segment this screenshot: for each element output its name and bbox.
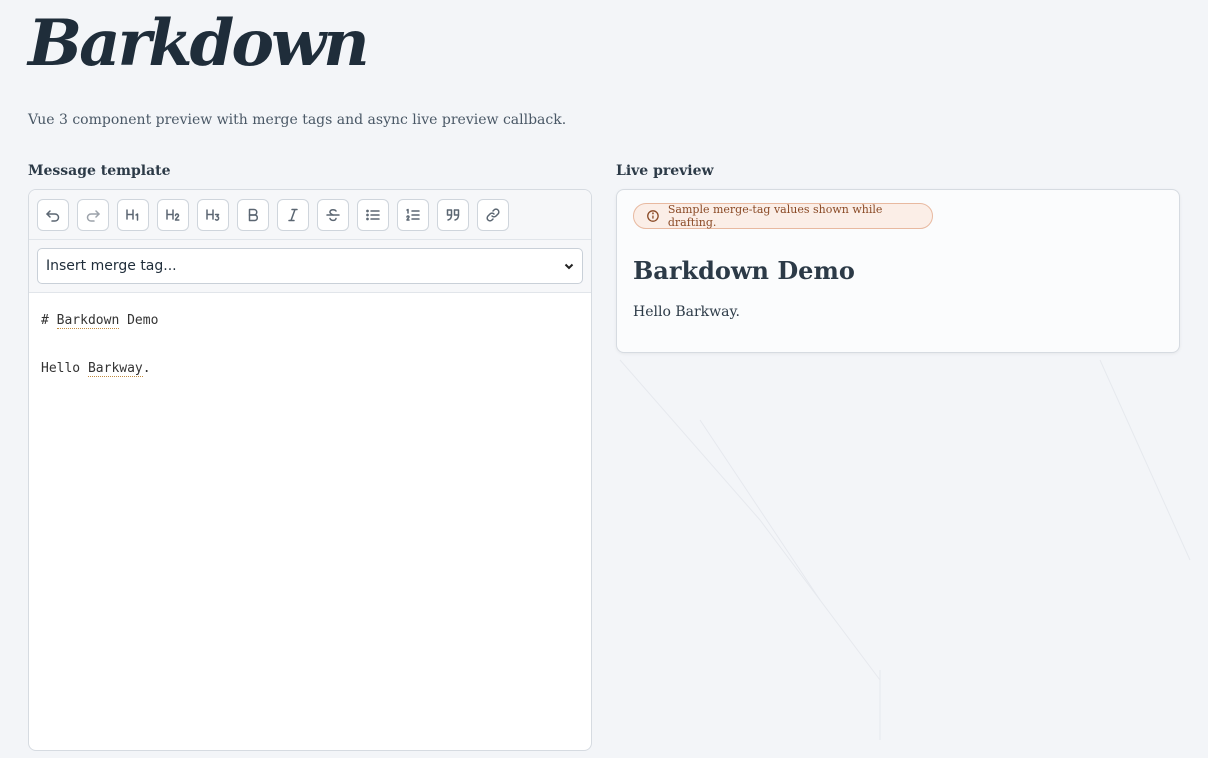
code-text: Demo (119, 313, 159, 328)
merge-tag: Barkdown (56, 313, 120, 329)
preview-heading: Barkdown Demo (633, 256, 855, 285)
template-editor: Insert merge tag... # Barkdown Demo Hell… (28, 189, 592, 751)
bullet-list-icon (366, 209, 380, 220)
template-textarea[interactable]: # Barkdown Demo Hello Barkway. (29, 293, 591, 397)
link-button[interactable] (477, 198, 509, 231)
code-text: # (41, 313, 57, 328)
chevron-down-icon (564, 263, 574, 270)
merge-tag-row: Insert merge tag... (29, 240, 591, 293)
preview-label: Live preview (616, 163, 714, 179)
code-line-1: # Barkdown Demo (41, 309, 579, 333)
page-subtitle: Vue 3 component preview with merge tags … (28, 112, 567, 128)
quote-icon (446, 208, 460, 221)
info-icon (647, 210, 659, 222)
italic-icon (288, 208, 298, 221)
badge-text: Sample merge-tag values shown while draf… (667, 203, 883, 229)
h2-icon (166, 208, 180, 221)
blockquote-button[interactable] (437, 198, 469, 231)
code-line-3: Hello Barkway. (41, 357, 579, 381)
h1-icon (126, 208, 139, 221)
editor-toolbar (29, 190, 591, 240)
strikethrough-icon (326, 208, 340, 221)
code-text: . (142, 361, 151, 376)
strikethrough-button[interactable] (317, 198, 349, 231)
bold-icon (248, 208, 259, 221)
redo-button[interactable] (77, 198, 109, 231)
italic-button[interactable] (277, 198, 309, 231)
bullet-list-button[interactable] (357, 198, 389, 231)
link-icon (486, 207, 500, 222)
merge-tag-select-value: Insert merge tag... (46, 258, 177, 274)
code-text: Hello (41, 361, 88, 376)
merge-tag: Barkway (87, 361, 143, 377)
ordered-list-button[interactable] (397, 198, 429, 231)
h3-icon (206, 208, 220, 221)
heading-1-button[interactable] (117, 198, 149, 231)
app-logo: Barkdown (28, 6, 370, 81)
heading-3-button[interactable] (197, 198, 229, 231)
merge-tag-select[interactable]: Insert merge tag... (37, 248, 583, 284)
undo-icon (46, 209, 60, 222)
preview-body: Hello Barkway. (633, 304, 740, 320)
heading-2-button[interactable] (157, 198, 189, 231)
live-preview-panel: Sample merge-tag values shown while draf… (616, 189, 1180, 353)
editor-label: Message template (28, 163, 171, 179)
ordered-list-icon (406, 208, 420, 221)
undo-button[interactable] (37, 198, 69, 231)
bold-button[interactable] (237, 198, 269, 231)
sample-values-badge: Sample merge-tag values shown while draf… (633, 203, 933, 229)
redo-icon (86, 209, 100, 222)
